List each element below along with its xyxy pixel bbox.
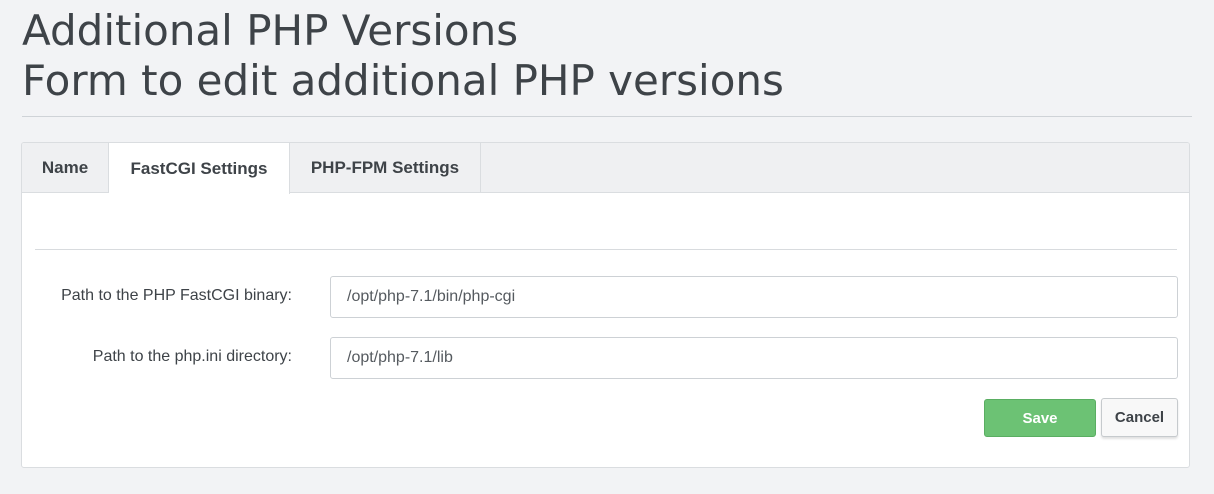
fastcgi-binary-label: Path to the PHP FastCGI binary:: [61, 287, 292, 304]
ini-directory-input[interactable]: [330, 337, 1178, 379]
cancel-button[interactable]: Cancel: [1101, 398, 1178, 437]
settings-panel: Name FastCGI Settings PHP-FPM Settings P…: [21, 142, 1190, 468]
fastcgi-binary-input[interactable]: [330, 276, 1178, 318]
form-divider: [35, 249, 1177, 250]
ini-directory-label: Path to the php.ini directory:: [92, 348, 292, 365]
tab-php-fpm-settings-label: PHP-FPM Settings: [310, 158, 460, 177]
save-button[interactable]: Save: [984, 399, 1096, 437]
page-header: Additional PHP Versions Form to edit add…: [22, 6, 1192, 117]
page-title: Additional PHP Versions: [22, 6, 519, 55]
tab-name-label: Name: [41, 158, 89, 177]
tab-fastcgi-settings-label: FastCGI Settings: [130, 158, 268, 178]
tab-bar: Name FastCGI Settings PHP-FPM Settings: [22, 143, 1189, 194]
page-subtitle: Form to edit additional PHP versions: [22, 56, 784, 105]
tab-php-fpm-settings[interactable]: PHP-FPM Settings: [290, 143, 481, 193]
tab-fastcgi-settings[interactable]: FastCGI Settings: [109, 143, 290, 194]
tab-name[interactable]: Name: [22, 143, 109, 193]
